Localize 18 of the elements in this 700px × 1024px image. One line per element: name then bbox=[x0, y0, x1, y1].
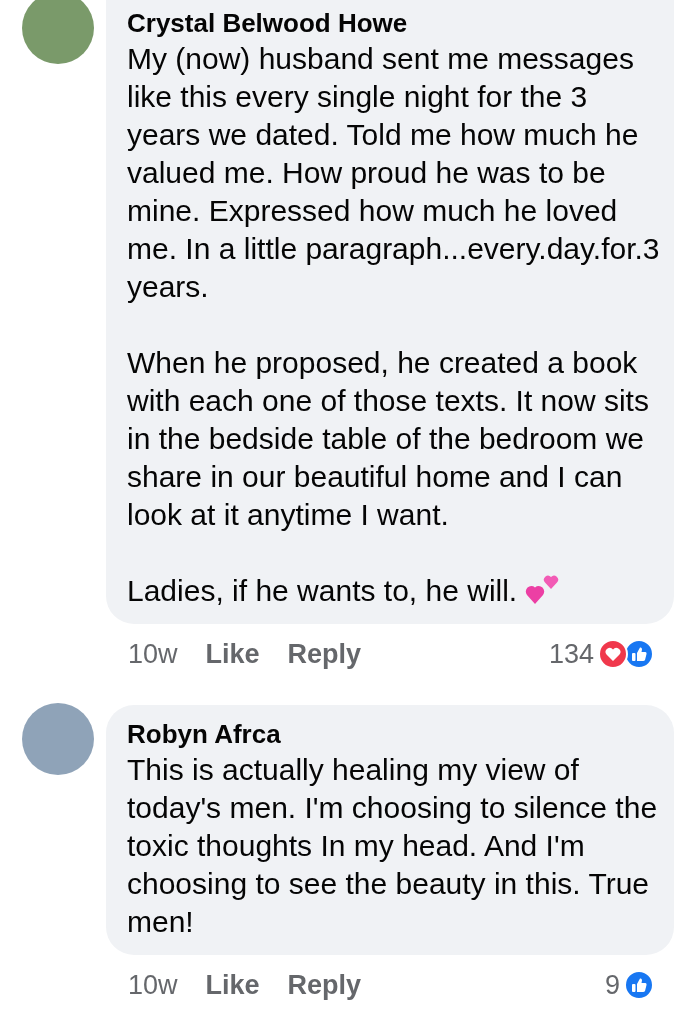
avatar[interactable] bbox=[22, 0, 94, 64]
reply-link[interactable]: Reply bbox=[287, 964, 362, 1005]
heart-reaction-icon bbox=[598, 639, 628, 670]
reaction-count[interactable]: 9 bbox=[604, 964, 620, 1005]
author-name[interactable]: Robyn Afrca bbox=[127, 716, 666, 751]
comment-time[interactable]: 10w bbox=[128, 634, 178, 675]
comment-text: This is actually healing my view of today's men. I'm choosing to silence the toxic thoughts In my head. And I'm choosing to see the beauty in this. True men! bbox=[127, 751, 659, 940]
like-link[interactable]: Like bbox=[205, 964, 260, 1005]
reply-link[interactable]: Reply bbox=[287, 634, 362, 675]
thumbs-up-reaction-icon bbox=[624, 639, 654, 670]
comment-text: Ladies, if he wants to, he will. bbox=[127, 572, 666, 610]
reaction-count[interactable]: 134 bbox=[548, 634, 594, 675]
comment-text: When he proposed, he created a book with each one of those texts. It now sits in the bedside table of the bedroom we share in our beautiful home and I can look at it anytime I want. bbox=[127, 345, 650, 533]
author-name[interactable]: Crystal Belwood Howe bbox=[127, 6, 666, 40]
like-link[interactable]: Like bbox=[205, 634, 260, 675]
thumbs-up-reaction-icon bbox=[624, 969, 654, 1000]
comment-time[interactable]: 10w bbox=[128, 964, 178, 1005]
comment-text: My (now) husband sent me messages like this every single night for the 3 years we dated. Told me how much he valued me. How proud he was to be mine. Expressed how much he loved me. In a little paragraph...every.day.for.3 years. bbox=[127, 41, 661, 305]
